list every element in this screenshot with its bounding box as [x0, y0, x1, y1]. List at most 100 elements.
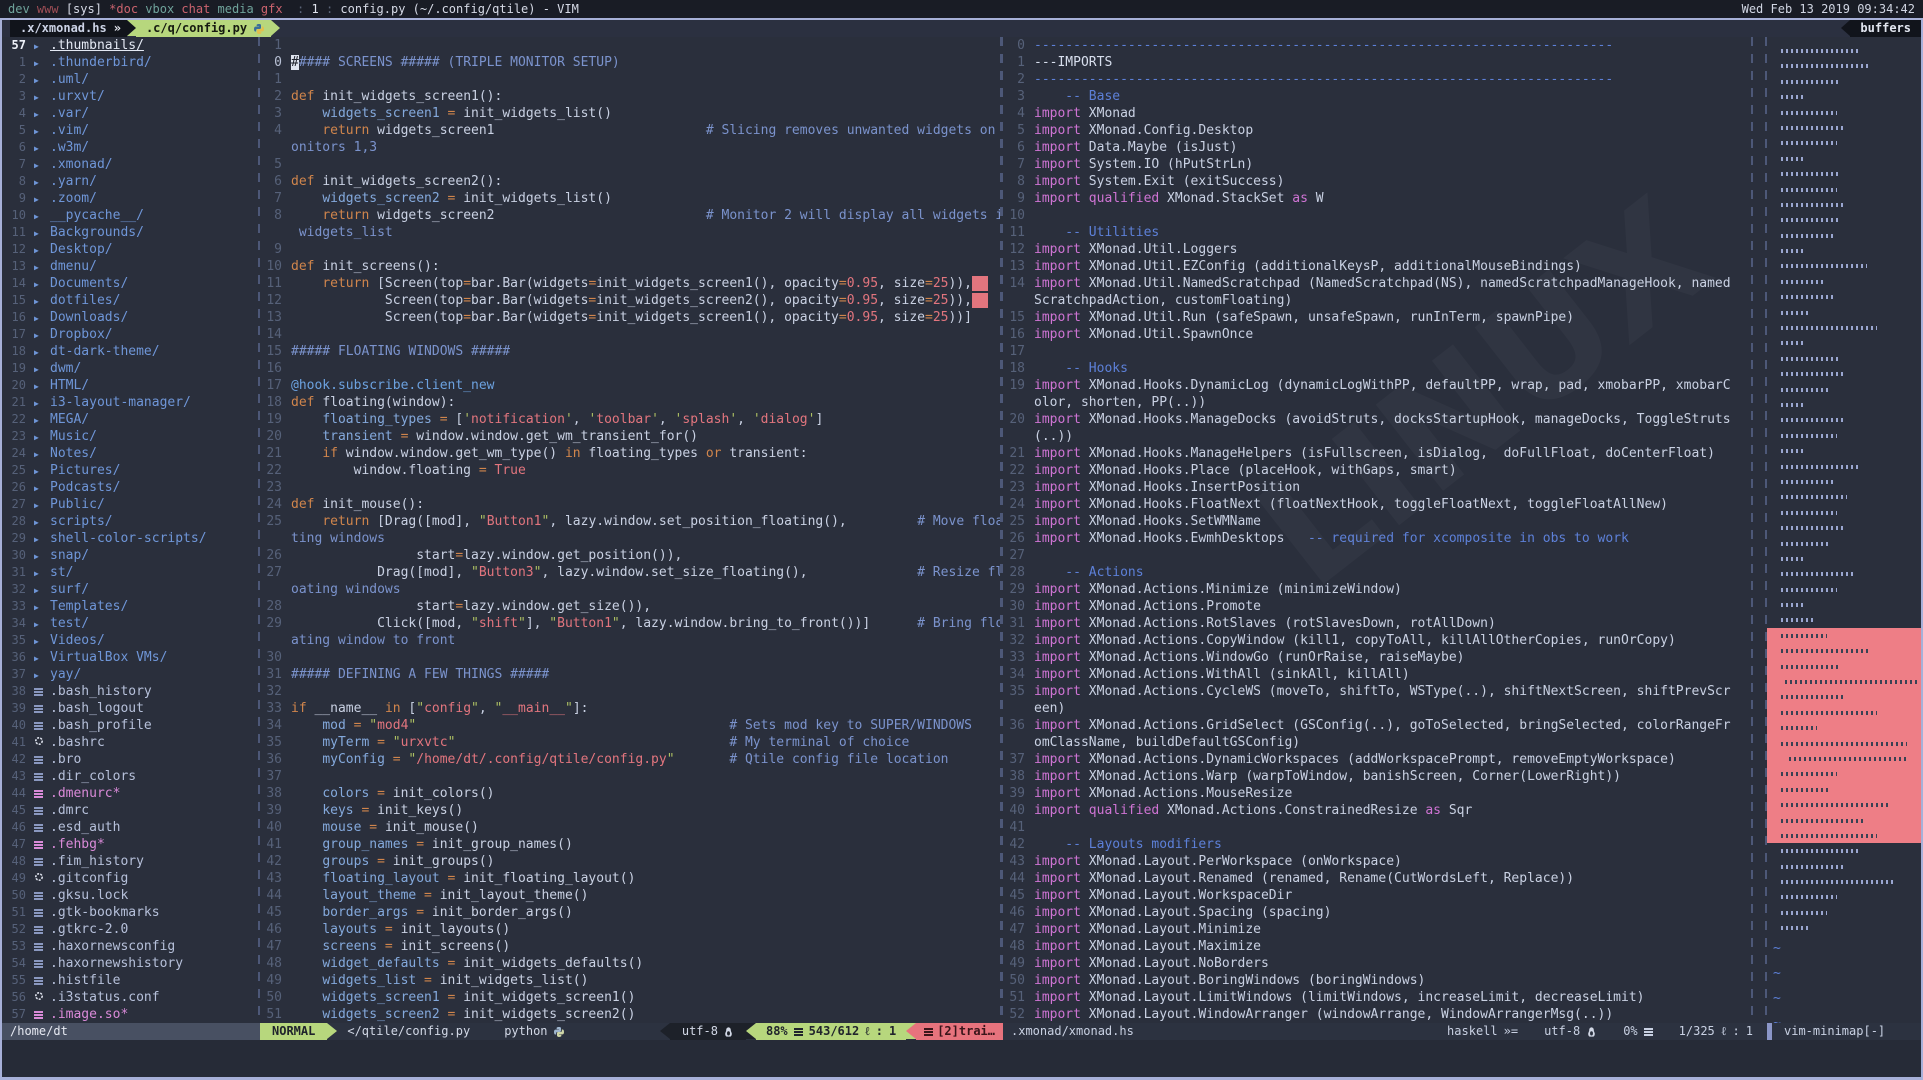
workspace-dev[interactable]: dev	[8, 2, 37, 16]
window-separator[interactable]	[1751, 37, 1767, 1023]
workspace-doc[interactable]: *doc	[109, 2, 145, 16]
lines-icon	[924, 1031, 933, 1033]
code-line: ating window to front	[260, 632, 1000, 649]
minimap-line	[1767, 582, 1921, 597]
tree-item[interactable]: 52.gtkrc-2.0	[2, 921, 258, 938]
editor-xmonad-hs[interactable]: 0---------------------------------------…	[1003, 37, 1751, 1023]
tree-item[interactable]: 18▶dt-dark-theme/	[2, 343, 258, 360]
tree-item[interactable]: 13▶dmenu/	[2, 258, 258, 275]
tree-item[interactable]: 38.bash_history	[2, 683, 258, 700]
tree-item[interactable]: 25▶Pictures/	[2, 462, 258, 479]
tree-item[interactable]: 47.fehbg*	[2, 836, 258, 853]
tree-item[interactable]: 50.gksu.lock	[2, 887, 258, 904]
tree-item[interactable]: 17▶Dropbox/	[2, 326, 258, 343]
tree-item[interactable]: 9▶.zoom/	[2, 190, 258, 207]
tree-item[interactable]: 34▶test/	[2, 615, 258, 632]
tab-xmonad-hs[interactable]: .x/xmonad.hs»	[10, 20, 127, 37]
tree-item[interactable]: 33▶Templates/	[2, 598, 258, 615]
tree-item[interactable]: 16▶Downloads/	[2, 309, 258, 326]
code-line: 51 widgets_screen2 = init_widgets_screen…	[260, 1006, 1000, 1023]
tree-item[interactable]: 28▶scripts/	[2, 513, 258, 530]
code-line: 31##### DEFINING A FEW THINGS #####	[260, 666, 1000, 683]
tree-item[interactable]: 40.bash_profile	[2, 717, 258, 734]
workspace-vbox[interactable]: vbox	[145, 2, 181, 16]
tree-item[interactable]: 27▶Public/	[2, 496, 258, 513]
tree-item[interactable]: 21▶i3-layout-manager/	[2, 394, 258, 411]
tree-item[interactable]: 55.histfile	[2, 972, 258, 989]
tree-item-label: .bash_history	[50, 683, 152, 700]
workspace-sys[interactable]: [sys]	[66, 2, 109, 16]
tab-config-py[interactable]: .c/q/config.py	[136, 20, 271, 37]
file-lines-icon	[34, 955, 50, 972]
tree-item[interactable]: 12▶Desktop/	[2, 241, 258, 258]
tree-item[interactable]: 36▶VirtualBox VMs/	[2, 649, 258, 666]
workspace-gfx[interactable]: gfx	[261, 2, 290, 16]
tree-item[interactable]: 14▶Documents/	[2, 275, 258, 292]
tree-item[interactable]: 1▶.thunderbird/	[2, 54, 258, 71]
tree-item[interactable]: 4▶.var/	[2, 105, 258, 122]
code-line: 24import XMonad.Hooks.FloatNext (floatNe…	[1003, 496, 1751, 513]
workspace-media[interactable]: media	[218, 2, 261, 16]
tree-item[interactable]: 53.haxornewsconfig	[2, 938, 258, 955]
tree-item[interactable]: 22▶MEGA/	[2, 411, 258, 428]
tree-item[interactable]: 5▶.vim/	[2, 122, 258, 139]
command-line[interactable]	[2, 1040, 1921, 1077]
folder-arrow-icon: ▶	[34, 445, 50, 463]
folder-arrow-icon: ▶	[34, 547, 50, 565]
workspace-list[interactable]: dev www [sys] *doc vbox chat media gfx :…	[8, 0, 579, 18]
tree-item-label: .var/	[50, 105, 89, 122]
tree-item[interactable]: 10▶__pycache__/	[2, 207, 258, 224]
tree-item[interactable]: 2▶.uml/	[2, 71, 258, 88]
code-line: 14	[260, 326, 1000, 343]
tree-item[interactable]: 20▶HTML/	[2, 377, 258, 394]
folder-arrow-icon: ▶	[34, 479, 50, 497]
tree-item[interactable]: 56.i3status.conf	[2, 989, 258, 1006]
tree-item[interactable]: 8▶.yarn/	[2, 173, 258, 190]
tree-item[interactable]: 15▶dotfiles/	[2, 292, 258, 309]
powerline-separator	[271, 20, 280, 36]
tree-item[interactable]: 39.bash_logout	[2, 700, 258, 717]
file-lines-icon	[34, 785, 50, 802]
tree-item[interactable]: 57.image.so*	[2, 1006, 258, 1023]
tree-item[interactable]: 49.gitconfig	[2, 870, 258, 887]
buffers-label[interactable]: buffers	[1850, 20, 1921, 37]
code-line: 47import XMonad.Layout.Minimize	[1003, 921, 1751, 938]
tree-item-label: Templates/	[50, 598, 128, 615]
tabline: .x/xmonad.hs» .c/q/config.py buffers	[2, 20, 1921, 37]
tree-item[interactable]: 45.dmrc	[2, 802, 258, 819]
tree-item[interactable]: 46.esd_auth	[2, 819, 258, 836]
workspace-chat[interactable]: chat	[181, 2, 217, 16]
tree-item[interactable]: 7▶.xmonad/	[2, 156, 258, 173]
tree-item[interactable]: 44.dmenurc*	[2, 785, 258, 802]
tree-item[interactable]: 23▶Music/	[2, 428, 258, 445]
tree-item[interactable]: 41.bashrc	[2, 734, 258, 751]
tree-item[interactable]: 51.gtk-bookmarks	[2, 904, 258, 921]
tree-item-label: MEGA/	[50, 411, 89, 428]
code-line: 9	[260, 241, 1000, 258]
tree-item[interactable]: 35▶Videos/	[2, 632, 258, 649]
tree-item[interactable]: 54.haxornewshistory	[2, 955, 258, 972]
tree-item[interactable]: 57▶.thumbnails/	[2, 37, 258, 54]
editor-config-py[interactable]: 10##### SCREENS ##### (TRIPLE MONITOR SE…	[260, 37, 1000, 1023]
tree-item[interactable]: 11▶Backgrounds/	[2, 224, 258, 241]
tree-item[interactable]: 26▶Podcasts/	[2, 479, 258, 496]
file-tree[interactable]: 57▶.thumbnails/1▶.thunderbird/2▶.uml/3▶.…	[2, 37, 258, 1023]
workspace-www[interactable]: www	[37, 2, 66, 16]
tree-item[interactable]: 43.dir_colors	[2, 768, 258, 785]
minimap-pane[interactable]: ~~~~~	[1767, 37, 1921, 1023]
tree-item[interactable]: 37▶yay/	[2, 666, 258, 683]
code-line: 22 window.floating = True	[260, 462, 1000, 479]
tree-item[interactable]: 19▶dwm/	[2, 360, 258, 377]
tree-item[interactable]: 29▶shell-color-scripts/	[2, 530, 258, 547]
code-line: 44 layout_theme = init_layout_theme()	[260, 887, 1000, 904]
tree-item[interactable]: 31▶st/	[2, 564, 258, 581]
tree-item-label: .i3status.conf	[50, 989, 160, 1006]
tree-item[interactable]: 30▶snap/	[2, 547, 258, 564]
tree-item[interactable]: 3▶.urxvt/	[2, 88, 258, 105]
minimap-line	[1767, 643, 1921, 658]
tree-item[interactable]: 48.fim_history	[2, 853, 258, 870]
tree-item[interactable]: 24▶Notes/	[2, 445, 258, 462]
tree-item[interactable]: 6▶.w3m/	[2, 139, 258, 156]
tree-item[interactable]: 42.bro	[2, 751, 258, 768]
tree-item[interactable]: 32▶surf/	[2, 581, 258, 598]
